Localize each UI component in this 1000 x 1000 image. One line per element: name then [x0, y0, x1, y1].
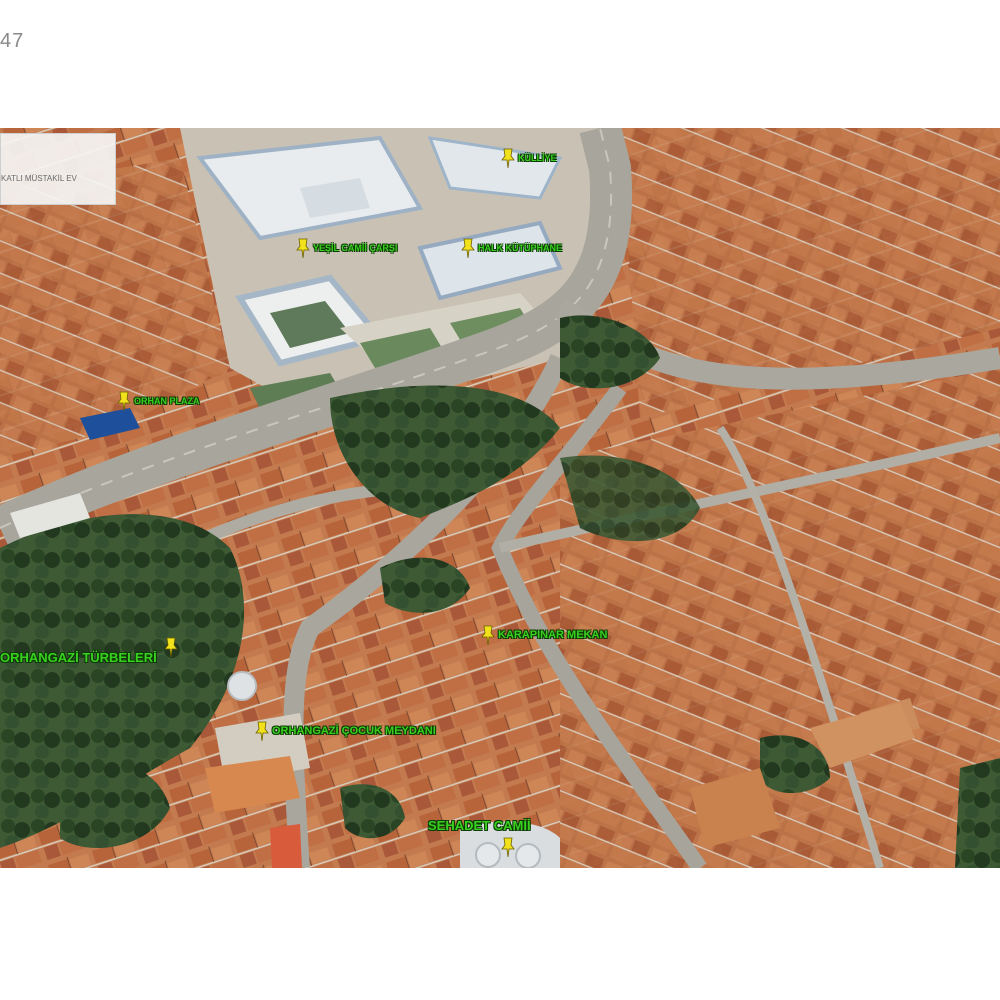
poi-pin-sehadet-camii[interactable] [500, 836, 516, 858]
map-pin-icon [480, 624, 496, 646]
poi-marker-sehadet-camii[interactable]: SEHADET CAMİİ [428, 818, 531, 833]
property-info-box: KATLI MÜSTAKİL EV [0, 133, 116, 205]
poi-label: ORHAN PLAZA [134, 396, 200, 406]
map-pin-icon [163, 636, 179, 658]
map-pin-icon [460, 237, 476, 259]
poi-marker-karapinar-mekan[interactable]: KARAPINAR MEKAN [480, 624, 607, 646]
map-pin-icon [295, 237, 311, 259]
poi-marker-yesil-camii-carsi[interactable]: YEŞİL CAMİİ ÇARŞI [295, 237, 397, 259]
poi-label: HALK KÜTÜPHANE [478, 243, 562, 253]
page-number: 47 [0, 30, 25, 52]
poi-marker-orhan-plaza[interactable]: ORHAN PLAZA [116, 390, 200, 412]
poi-label: KÜLLİYE [518, 153, 557, 163]
map-pin-icon [116, 390, 132, 412]
map-pin-icon [500, 147, 516, 169]
poi-label: KARAPINAR MEKAN [498, 629, 608, 641]
poi-label: SEHADET CAMİİ [428, 818, 531, 833]
poi-marker-halk-kutuphane[interactable]: HALK KÜTÜPHANE [460, 237, 562, 259]
poi-marker-orhangazi-cocuk-meydani[interactable]: ORHANGAZİ ÇOCUK MEYDANI [254, 720, 436, 742]
poi-label: ORHANGAZİ TÜRBELERİ [0, 649, 157, 665]
poi-marker-kulliye[interactable]: KÜLLİYE [500, 147, 557, 169]
poi-label: YEŞİL CAMİİ ÇARŞI [313, 243, 398, 253]
map-pin-icon [254, 720, 270, 742]
property-type-label: KATLI MÜSTAKİL EV [1, 174, 77, 183]
poi-label: ORHANGAZİ ÇOCUK MEYDANI [272, 725, 436, 737]
map-pin-icon [500, 836, 516, 858]
poi-marker-orhangazi-turbeleri[interactable]: ORHANGAZİ TÜRBELERİ [0, 637, 179, 668]
